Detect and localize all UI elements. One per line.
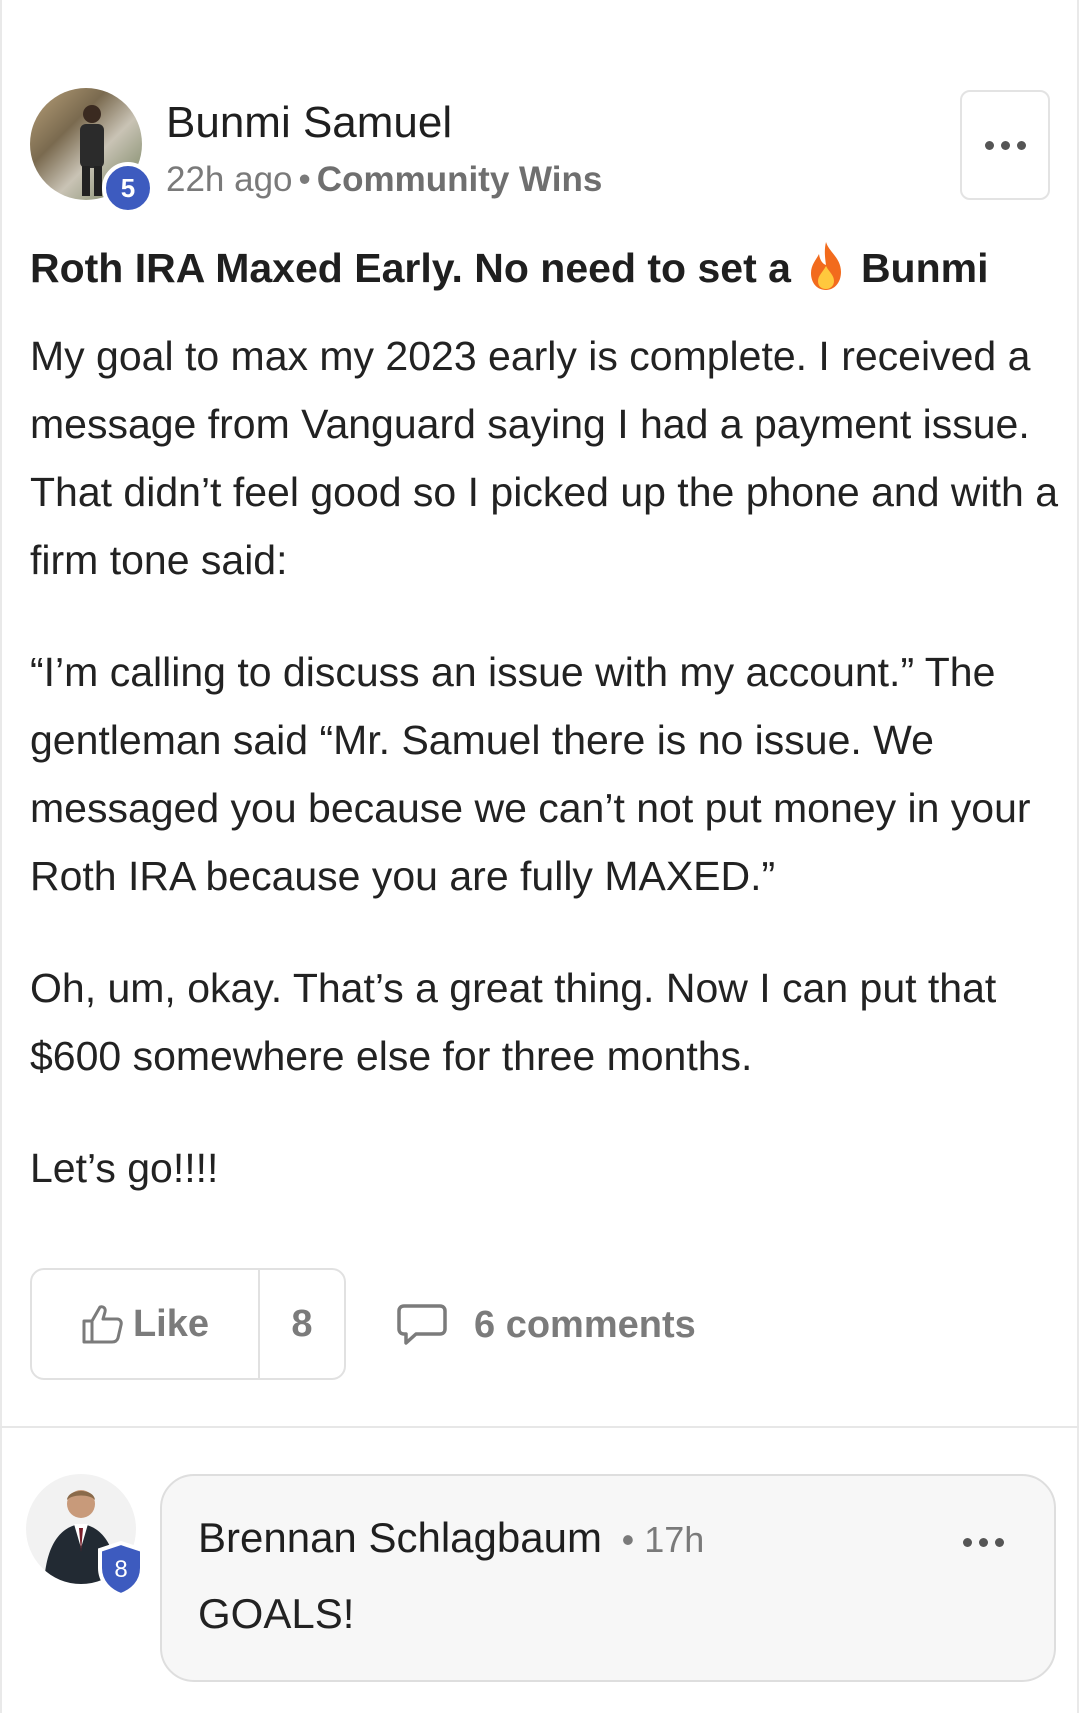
post-title-text: Roth IRA Maxed Early. No need to set a	[30, 245, 791, 291]
commenter-level-badge: 8	[96, 1540, 146, 1598]
comment-time: 17h	[644, 1519, 705, 1560]
post-more-button[interactable]	[960, 90, 1050, 200]
like-count[interactable]: 8	[260, 1270, 344, 1378]
author-name[interactable]: Bunmi Samuel	[166, 98, 452, 148]
more-dots-icon	[984, 140, 1026, 150]
post-meta: 22h ago • Community Wins	[166, 160, 602, 200]
like-group: Like 8	[30, 1268, 346, 1380]
commenter-name[interactable]: Brennan Schlagbaum	[198, 1514, 602, 1561]
commenter-line: Brennan Schlagbaum • 17h	[198, 1514, 704, 1562]
commenter-level: 8	[114, 1556, 127, 1583]
fire-icon	[810, 242, 841, 290]
comment-bubble: Brennan Schlagbaum • 17h GOALS!	[160, 1474, 1056, 1682]
post-paragraph: My goal to max my 2023 early is complete…	[30, 333, 1059, 583]
shield-badge-icon: 8	[98, 1540, 144, 1598]
meta-separator: •	[298, 160, 311, 199]
comment-text: GOALS!	[198, 1590, 355, 1637]
author-level-badge: 5	[102, 162, 154, 214]
like-button[interactable]: Like	[32, 1270, 260, 1378]
comment-more-button[interactable]	[963, 1538, 1004, 1547]
like-label: Like	[132, 1302, 210, 1345]
post-paragraph: “I’m calling to discuss an issue with my…	[30, 649, 1031, 899]
comments-button[interactable]: 6 comments	[396, 1290, 696, 1360]
post-paragraph: Oh, um, okay. That’s a great thing. Now …	[30, 965, 997, 1079]
post-title: Roth IRA Maxed Early. No need to set a B…	[30, 240, 988, 292]
comment-separator: •	[621, 1519, 635, 1560]
post-category[interactable]: Community Wins	[317, 160, 603, 199]
post-paragraph: Let’s go!!!!	[30, 1145, 219, 1191]
post-body: My goal to max my 2023 early is complete…	[30, 322, 1060, 1246]
thumbs-up-icon	[82, 1305, 123, 1344]
section-divider	[0, 1426, 1079, 1428]
post-title-suffix: Bunmi	[860, 245, 989, 291]
comment-bubble-icon	[397, 1304, 447, 1345]
more-dots-icon	[963, 1538, 1004, 1547]
comments-count-label: 6 comments	[474, 1303, 696, 1346]
post-time: 22h ago	[166, 160, 293, 199]
